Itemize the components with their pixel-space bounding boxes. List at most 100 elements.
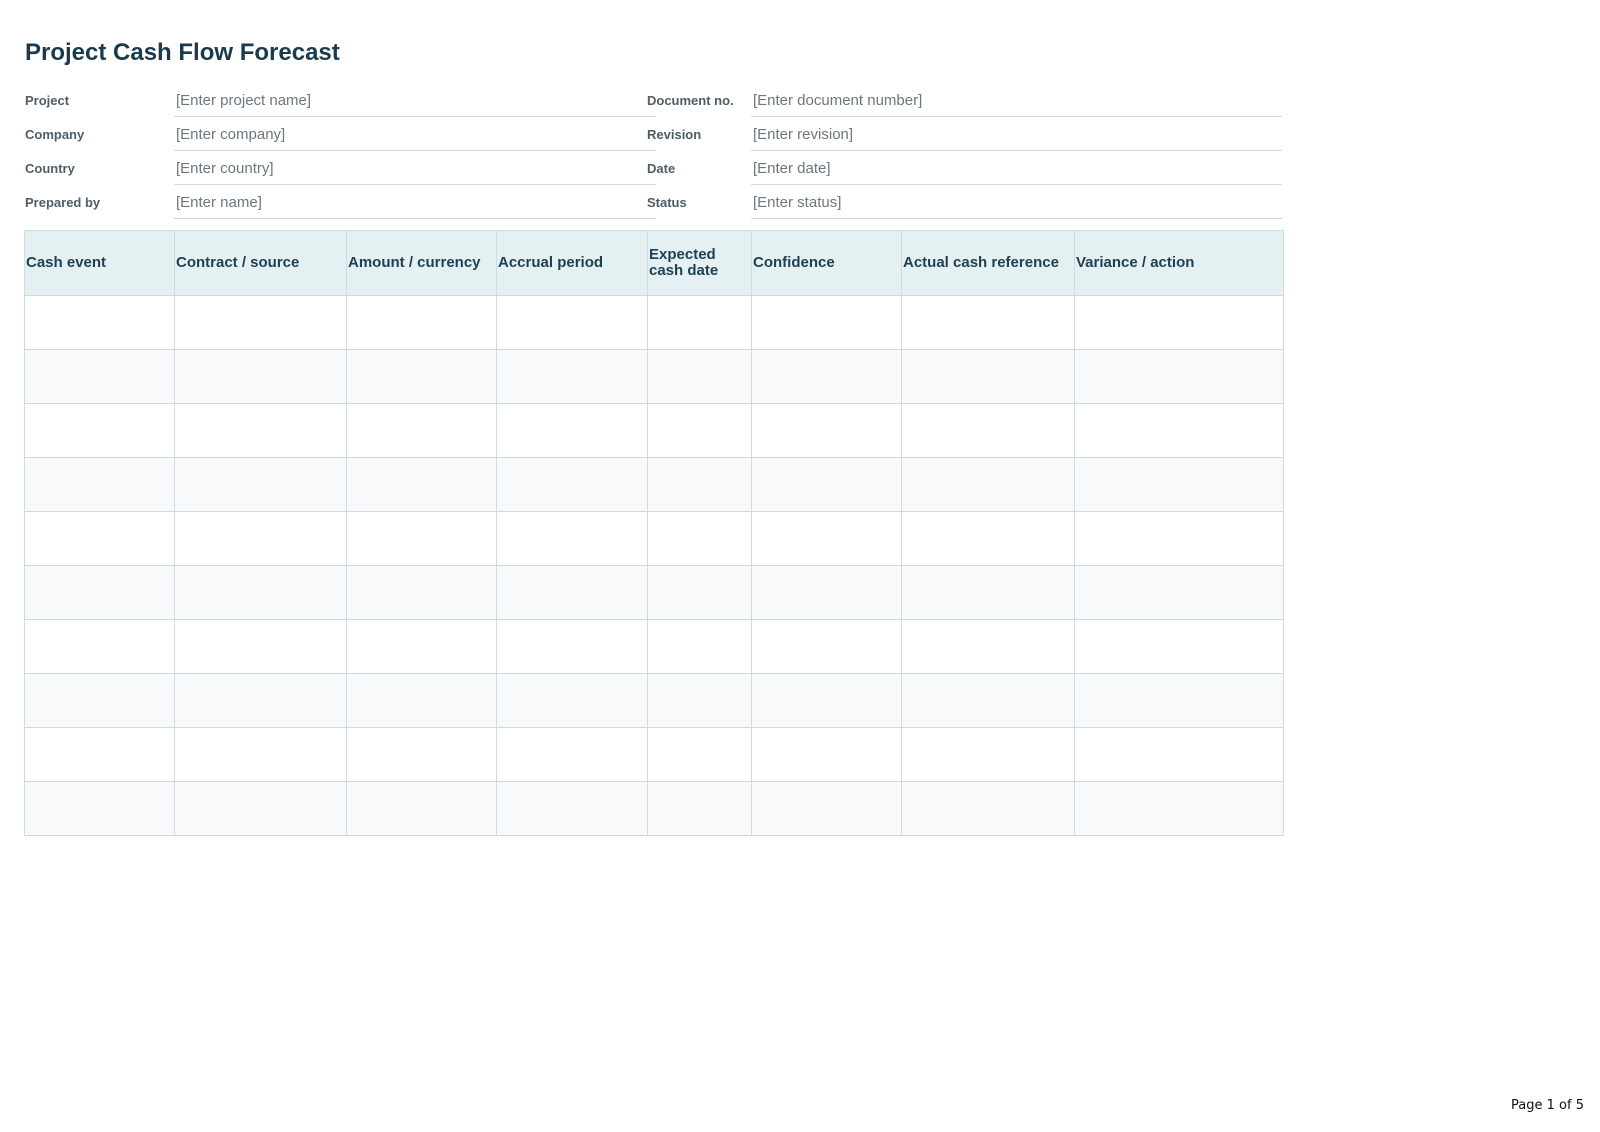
- table-cell[interactable]: [1074, 727, 1284, 782]
- table-cell[interactable]: [24, 565, 175, 620]
- table-cell[interactable]: [751, 511, 902, 566]
- table-cell[interactable]: [751, 781, 902, 836]
- table-cell[interactable]: [24, 403, 175, 458]
- prepared-by-field[interactable]: [Enter name]: [174, 186, 656, 219]
- table-cell[interactable]: [346, 403, 497, 458]
- table-cell[interactable]: [174, 403, 347, 458]
- table-cell[interactable]: [647, 295, 752, 350]
- table-cell[interactable]: [647, 727, 752, 782]
- table-cell[interactable]: [346, 619, 497, 674]
- table-cell[interactable]: [751, 619, 902, 674]
- table-cell[interactable]: [496, 403, 648, 458]
- table-cell[interactable]: [174, 565, 347, 620]
- table-cell[interactable]: [1074, 781, 1284, 836]
- table-cell[interactable]: [647, 457, 752, 512]
- table-cell[interactable]: [751, 727, 902, 782]
- meta-row-prepared-by: Prepared by [Enter name] Status [Enter s…: [24, 186, 1282, 220]
- table-cell[interactable]: [647, 511, 752, 566]
- table-cell[interactable]: [901, 403, 1075, 458]
- table-cell[interactable]: [174, 619, 347, 674]
- table-cell[interactable]: [1074, 457, 1284, 512]
- table-cell[interactable]: [647, 673, 752, 728]
- country-field[interactable]: [Enter country]: [174, 152, 656, 185]
- page-number: Page 1 of 5: [1511, 1098, 1584, 1113]
- table-cell[interactable]: [346, 727, 497, 782]
- table-cell[interactable]: [1074, 349, 1284, 404]
- table-cell[interactable]: [901, 619, 1075, 674]
- table-cell[interactable]: [174, 673, 347, 728]
- table-cell[interactable]: [1074, 673, 1284, 728]
- table-cell[interactable]: [751, 673, 902, 728]
- table-cell[interactable]: [496, 619, 648, 674]
- table-cell[interactable]: [496, 511, 648, 566]
- document-number-field[interactable]: [Enter document number]: [751, 84, 1282, 117]
- table-cell[interactable]: [496, 349, 648, 404]
- table-cell[interactable]: [346, 781, 497, 836]
- table-cell[interactable]: [1074, 295, 1284, 350]
- table-cell[interactable]: [174, 781, 347, 836]
- table-row: [24, 781, 1284, 836]
- table-cell[interactable]: [901, 565, 1075, 620]
- table-cell[interactable]: [901, 727, 1075, 782]
- table-row: [24, 403, 1284, 458]
- table-cell[interactable]: [496, 565, 648, 620]
- table-cell[interactable]: [24, 781, 175, 836]
- table-cell[interactable]: [751, 403, 902, 458]
- table-cell[interactable]: [24, 349, 175, 404]
- table-cell[interactable]: [647, 619, 752, 674]
- table-cell[interactable]: [174, 349, 347, 404]
- table-cell[interactable]: [901, 781, 1075, 836]
- table-cell[interactable]: [24, 619, 175, 674]
- table-cell[interactable]: [346, 349, 497, 404]
- table-cell[interactable]: [346, 565, 497, 620]
- column-header-accrual-period: Accrual period: [496, 230, 648, 296]
- table-cell[interactable]: [751, 295, 902, 350]
- table-cell[interactable]: [24, 727, 175, 782]
- table-cell[interactable]: [1074, 565, 1284, 620]
- table-cell[interactable]: [1074, 403, 1284, 458]
- revision-field[interactable]: [Enter revision]: [751, 118, 1282, 151]
- table-cell[interactable]: [24, 457, 175, 512]
- table-cell[interactable]: [174, 511, 347, 566]
- table-cell[interactable]: [1074, 619, 1284, 674]
- project-field[interactable]: [Enter project name]: [174, 84, 656, 117]
- table-cell[interactable]: [496, 781, 648, 836]
- table-cell[interactable]: [24, 511, 175, 566]
- table-cell[interactable]: [901, 457, 1075, 512]
- document-number-label: Document no.: [647, 93, 734, 108]
- table-cell[interactable]: [901, 511, 1075, 566]
- table-cell[interactable]: [647, 781, 752, 836]
- table-cell[interactable]: [174, 727, 347, 782]
- company-field[interactable]: [Enter company]: [174, 118, 656, 151]
- table-cell[interactable]: [901, 349, 1075, 404]
- table-cell[interactable]: [24, 673, 175, 728]
- table-cell[interactable]: [647, 349, 752, 404]
- table-cell[interactable]: [647, 403, 752, 458]
- table-cell[interactable]: [751, 349, 902, 404]
- table-cell[interactable]: [496, 457, 648, 512]
- table-row: [24, 511, 1284, 566]
- meta-row-country: Country [Enter country] Date [Enter date…: [24, 152, 1282, 186]
- table-cell[interactable]: [496, 295, 648, 350]
- table-cell[interactable]: [647, 565, 752, 620]
- table-cell[interactable]: [751, 565, 902, 620]
- table-cell[interactable]: [496, 673, 648, 728]
- table-cell[interactable]: [346, 673, 497, 728]
- table-row: [24, 727, 1284, 782]
- table-cell[interactable]: [346, 457, 497, 512]
- table-row: [24, 565, 1284, 620]
- date-field[interactable]: [Enter date]: [751, 152, 1282, 185]
- table-cell[interactable]: [174, 457, 347, 512]
- table-cell[interactable]: [174, 295, 347, 350]
- table-body: [24, 295, 1284, 836]
- table-cell[interactable]: [346, 511, 497, 566]
- table-cell[interactable]: [496, 727, 648, 782]
- table-cell[interactable]: [1074, 511, 1284, 566]
- table-cell[interactable]: [901, 673, 1075, 728]
- table-cell[interactable]: [346, 295, 497, 350]
- status-field[interactable]: [Enter status]: [751, 186, 1282, 219]
- table-cell[interactable]: [901, 295, 1075, 350]
- table-cell[interactable]: [751, 457, 902, 512]
- table-row: [24, 457, 1284, 512]
- table-cell[interactable]: [24, 295, 175, 350]
